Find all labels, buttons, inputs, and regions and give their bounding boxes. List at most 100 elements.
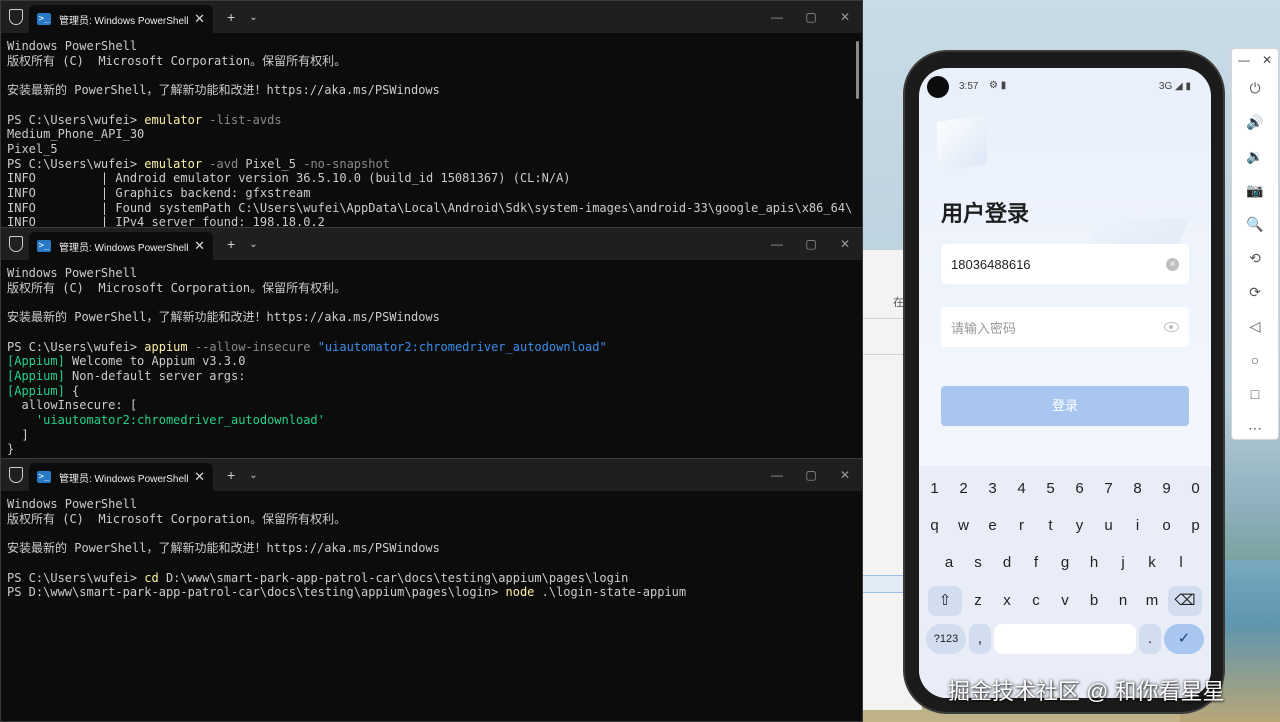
key-g[interactable]: g [1052,548,1078,578]
key-x[interactable]: x [994,586,1020,616]
tab-title: 管理员: Windows PowerShell [59,242,189,254]
maximize-button[interactable]: ▢ [794,1,828,33]
symbols-key[interactable]: ?123 [926,624,966,654]
clear-icon[interactable]: × [1166,257,1179,271]
key-l[interactable]: l [1168,548,1194,578]
key-1[interactable]: 1 [922,474,948,504]
title-bar[interactable]: >_ 管理员: Windows PowerShell ✕ + ⌄ — ▢ ✕ [1,459,862,491]
close-button[interactable]: ✕ [828,459,862,491]
key-j[interactable]: j [1110,548,1136,578]
key-k[interactable]: k [1139,548,1165,578]
home-icon[interactable]: ○ [1232,343,1278,377]
tab-close-icon[interactable]: ✕ [194,238,205,254]
tab-close-icon[interactable]: ✕ [194,11,205,27]
eye-icon[interactable] [1164,322,1179,332]
overview-icon[interactable]: □ [1232,377,1278,411]
scrollbar[interactable] [856,41,859,99]
key-v[interactable]: v [1052,586,1078,616]
terminal-window-node[interactable]: >_ 管理员: Windows PowerShell ✕ + ⌄ — ▢ ✕ W… [0,458,863,722]
key-4[interactable]: 4 [1009,474,1035,504]
key-u[interactable]: u [1096,511,1122,541]
toolbar-minimize-button[interactable]: — [1238,53,1250,67]
key-c[interactable]: c [1023,586,1049,616]
shield-icon [9,9,23,25]
key-o[interactable]: o [1154,511,1180,541]
key-e[interactable]: e [980,511,1006,541]
title-bar[interactable]: >_ 管理员: Windows PowerShell ✕ + ⌄ — ▢ ✕ [1,228,862,260]
key-h[interactable]: h [1081,548,1107,578]
comma-key[interactable]: , [969,624,991,654]
phone-screen[interactable]: 3:57 ⚙ ▮ 3G ◢ ▮ 用户登录 18036488616 × 请输入密码… [919,68,1211,698]
new-tab-button[interactable]: + [227,467,235,483]
login-button[interactable]: 登录 [941,386,1189,426]
terminal-tab[interactable]: >_ 管理员: Windows PowerShell ✕ [29,232,213,260]
key-2[interactable]: 2 [951,474,977,504]
terminal-line: Windows PowerShell [7,497,856,512]
key-d[interactable]: d [994,548,1020,578]
key-p[interactable]: p [1183,511,1209,541]
key-6[interactable]: 6 [1067,474,1093,504]
title-bar[interactable]: >_ 管理员: Windows PowerShell ✕ + ⌄ — ▢ ✕ [1,1,862,33]
android-emulator-device: 3:57 ⚙ ▮ 3G ◢ ▮ 用户登录 18036488616 × 请输入密码… [903,50,1225,714]
key-a[interactable]: a [936,548,962,578]
minimize-button[interactable]: — [760,228,794,260]
maximize-button[interactable]: ▢ [794,459,828,491]
terminal-text: PS C:\Users\wufei> [7,112,145,127]
enter-key[interactable]: ✓ [1164,624,1204,654]
key-q[interactable]: q [922,511,948,541]
key-8[interactable]: 8 [1125,474,1151,504]
key-m[interactable]: m [1139,586,1165,616]
power-icon[interactable]: ⏻ [1232,71,1278,105]
terminal-tab[interactable]: >_ 管理员: Windows PowerShell ✕ [29,463,213,491]
key-w[interactable]: w [951,511,977,541]
space-key[interactable] [994,624,1136,654]
password-input[interactable]: 请输入密码 [941,307,1189,347]
volume-down-icon[interactable]: 🔉 [1232,139,1278,173]
key-z[interactable]: z [965,586,991,616]
key-s[interactable]: s [965,548,991,578]
close-button[interactable]: ✕ [828,1,862,33]
key-b[interactable]: b [1081,586,1107,616]
maximize-button[interactable]: ▢ [794,228,828,260]
terminal-tab[interactable]: >_ 管理员: Windows PowerShell ✕ [29,5,213,33]
more-icon[interactable]: ⋯ [1232,411,1278,445]
key-5[interactable]: 5 [1038,474,1064,504]
key-9[interactable]: 9 [1154,474,1180,504]
key-r[interactable]: r [1009,511,1035,541]
terminal-output[interactable]: Windows PowerShell 版权所有 (C) Microsoft Cor… [1,33,862,227]
dropdown-button[interactable]: ⌄ [249,239,257,250]
rotate-left-icon[interactable]: ⟲ [1232,241,1278,275]
terminal-window-appium[interactable]: >_ 管理员: Windows PowerShell ✕ + ⌄ — ▢ ✕ W… [0,227,863,459]
phone-input[interactable]: 18036488616 × [941,244,1189,284]
volume-up-icon[interactable]: 🔊 [1232,105,1278,139]
new-tab-button[interactable]: + [227,236,235,252]
toolbar-close-button[interactable]: ✕ [1262,53,1272,67]
terminal-window-emulator[interactable]: >_ 管理员: Windows PowerShell ✕ + ⌄ — ▢ ✕ W… [0,0,863,228]
key-0[interactable]: 0 [1183,474,1209,504]
minimize-button[interactable]: — [760,1,794,33]
camera-icon[interactable]: 📷 [1232,173,1278,207]
dropdown-button[interactable]: ⌄ [249,470,257,481]
key-t[interactable]: t [1038,511,1064,541]
back-icon[interactable]: ◁ [1232,309,1278,343]
key-7[interactable]: 7 [1096,474,1122,504]
rotate-right-icon[interactable]: ⟳ [1232,275,1278,309]
period-key[interactable]: . [1139,624,1161,654]
terminal-text: [Appium] [7,383,65,398]
terminal-output[interactable]: Windows PowerShell 版权所有 (C) Microsoft Cor… [1,260,862,458]
key-n[interactable]: n [1110,586,1136,616]
minimize-button[interactable]: — [760,459,794,491]
key-3[interactable]: 3 [980,474,1006,504]
dropdown-button[interactable]: ⌄ [249,12,257,23]
key-f[interactable]: f [1023,548,1049,578]
new-tab-button[interactable]: + [227,9,235,25]
close-button[interactable]: ✕ [828,228,862,260]
backspace-key[interactable]: ⌫ [1168,586,1202,616]
shift-key[interactable]: ⇧ [928,586,962,616]
terminal-output[interactable]: Windows PowerShell 版权所有 (C) Microsoft Cor… [1,491,862,721]
tab-close-icon[interactable]: ✕ [194,469,205,485]
key-y[interactable]: y [1067,511,1093,541]
key-i[interactable]: i [1125,511,1151,541]
zoom-icon[interactable]: 🔍 [1232,207,1278,241]
